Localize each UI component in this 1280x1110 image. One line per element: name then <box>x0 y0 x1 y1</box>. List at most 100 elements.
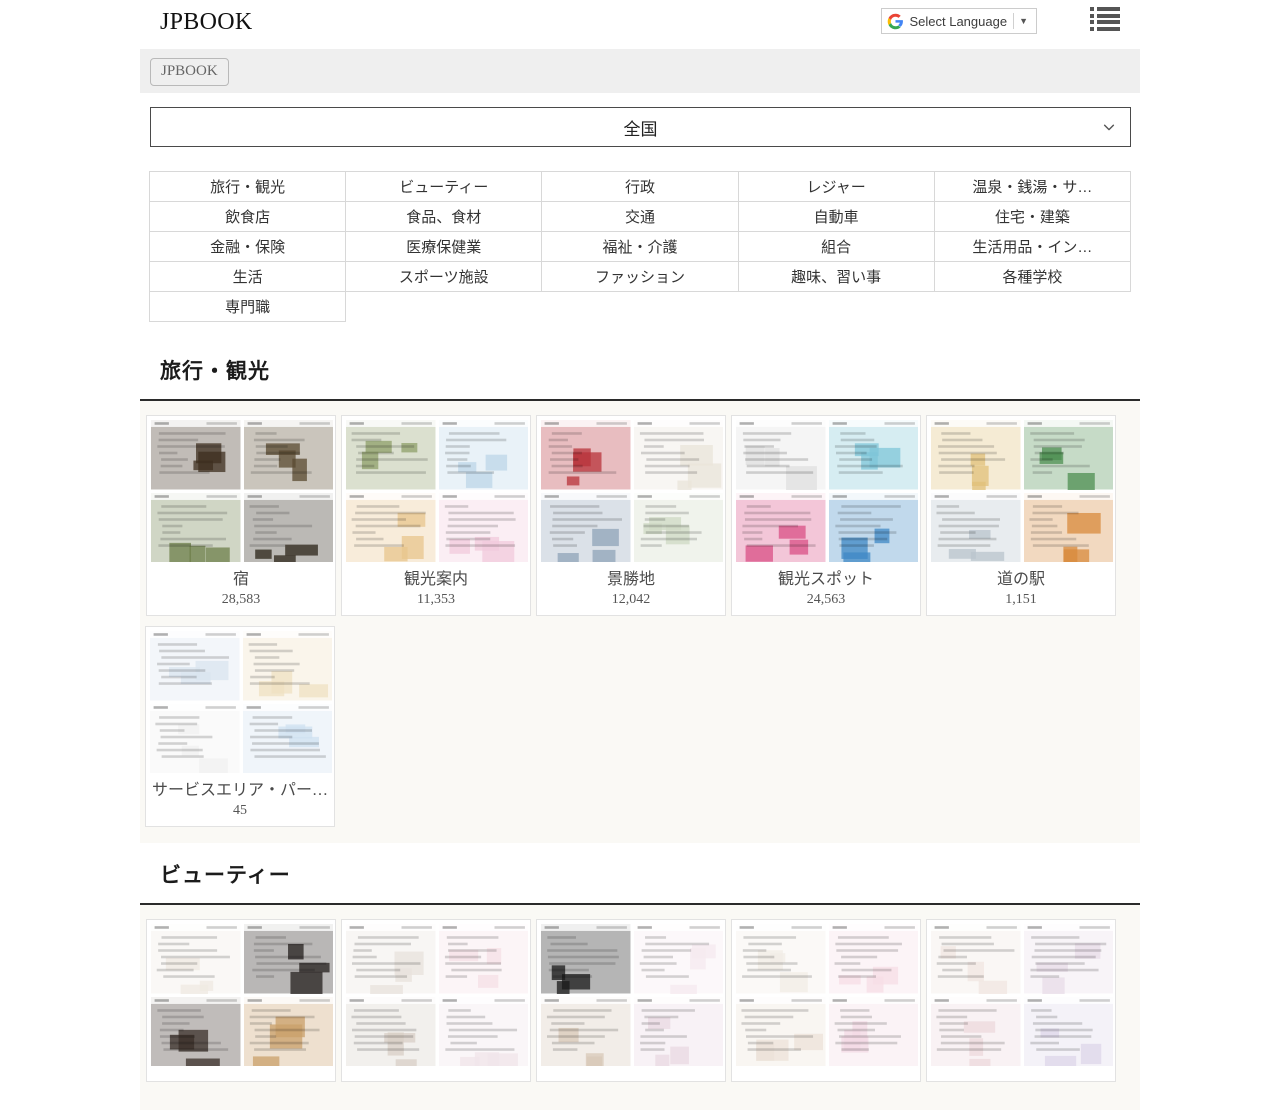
card-thumbnail-grid <box>151 924 333 1066</box>
list-menu-icon[interactable] <box>1090 6 1120 32</box>
card-label: 道の駅 <box>931 570 1111 590</box>
card-thumbnail <box>151 420 241 490</box>
card-count: 12,042 <box>541 591 721 609</box>
card-thumbnail-grid <box>541 924 723 1066</box>
category-cell[interactable]: 食品、食材 <box>346 202 542 232</box>
card-thumbnail <box>1024 420 1114 490</box>
category-card[interactable] <box>731 919 921 1082</box>
card-thumbnail <box>439 997 529 1067</box>
category-cell-empty <box>346 292 542 322</box>
card-thumbnail <box>244 924 334 994</box>
card-thumbnail-grid <box>346 420 528 562</box>
card-label: 景勝地 <box>541 570 721 590</box>
card-thumbnail <box>634 420 724 490</box>
section-title: ビューティー <box>160 864 291 887</box>
card-thumbnail <box>736 997 826 1067</box>
card-thumbnail <box>1024 493 1114 563</box>
category-card[interactable] <box>341 919 531 1082</box>
category-cell[interactable]: 福祉・介護 <box>542 232 738 262</box>
card-thumbnail <box>736 420 826 490</box>
category-card[interactable] <box>926 919 1116 1082</box>
category-cell[interactable]: 各種学校 <box>934 262 1130 292</box>
site-header: JPBOOK Select Language ▼ <box>0 0 1280 45</box>
category-cell[interactable]: 生活 <box>150 262 346 292</box>
category-cell[interactable]: 自動車 <box>738 202 934 232</box>
chevron-down-icon <box>1102 120 1116 134</box>
card-thumbnail-grid <box>736 924 918 1066</box>
card-thumbnail-grid <box>931 420 1113 562</box>
card-thumbnail <box>1024 924 1114 994</box>
category-cell[interactable]: 趣味、習い事 <box>738 262 934 292</box>
card-thumbnail <box>829 420 919 490</box>
card-label: 観光スポット <box>736 570 916 590</box>
card-label: 観光案内 <box>346 570 526 590</box>
category-card[interactable]: 観光案内11,353 <box>341 415 531 616</box>
card-thumbnail-grid <box>541 420 723 562</box>
list-icon-row <box>1090 7 1120 11</box>
category-cell[interactable]: レジャー <box>738 172 934 202</box>
card-thumbnail <box>243 631 333 701</box>
chevron-down-icon[interactable]: ▼ <box>1014 17 1032 26</box>
translate-label: Select Language <box>909 14 1013 29</box>
card-thumbnail <box>829 924 919 994</box>
list-icon-row <box>1090 20 1120 24</box>
card-count: 1,151 <box>931 591 1111 609</box>
category-cell[interactable]: 行政 <box>542 172 738 202</box>
card-count: 28,583 <box>151 591 331 609</box>
card-label: サービスエリア・パー… <box>150 781 330 801</box>
category-cell[interactable]: 生活用品・イン… <box>934 232 1130 262</box>
card-thumbnail <box>151 493 241 563</box>
category-card[interactable]: サービスエリア・パー…45 <box>145 626 335 827</box>
category-cell[interactable]: 金融・保険 <box>150 232 346 262</box>
card-thumbnail <box>541 997 631 1067</box>
card-thumbnail-grid <box>150 631 332 773</box>
category-cell[interactable]: 専門職 <box>150 292 346 322</box>
card-thumbnail <box>244 493 334 563</box>
card-thumbnail <box>931 924 1021 994</box>
category-cell[interactable]: 飲食店 <box>150 202 346 232</box>
category-cell[interactable]: 交通 <box>542 202 738 232</box>
category-card[interactable]: 宿28,583 <box>146 415 336 616</box>
category-card[interactable]: 道の駅1,151 <box>926 415 1116 616</box>
card-thumbnail <box>1024 997 1114 1067</box>
card-thumbnail <box>931 493 1021 563</box>
card-thumbnail <box>244 997 334 1067</box>
card-thumbnail <box>541 493 631 563</box>
category-section: ビューティー <box>140 843 1140 1110</box>
category-card[interactable]: 景勝地12,042 <box>536 415 726 616</box>
category-cell[interactable]: スポーツ施設 <box>346 262 542 292</box>
card-thumbnail <box>736 924 826 994</box>
category-cell[interactable]: 住宅・建築 <box>934 202 1130 232</box>
card-thumbnail-grid <box>736 420 918 562</box>
category-card[interactable] <box>146 919 336 1082</box>
card-thumbnail <box>346 493 436 563</box>
category-cell[interactable]: ビューティー <box>346 172 542 202</box>
card-count: 24,563 <box>736 591 916 609</box>
google-translate-widget[interactable]: Select Language ▼ <box>881 8 1037 34</box>
category-cell[interactable]: 組合 <box>738 232 934 262</box>
card-thumbnail <box>634 493 724 563</box>
list-icon-row <box>1090 27 1120 31</box>
category-card[interactable] <box>536 919 726 1082</box>
card-grid <box>140 905 1140 1110</box>
category-cell[interactable]: 旅行・観光 <box>150 172 346 202</box>
category-cell[interactable]: 医療保健業 <box>346 232 542 262</box>
page-title: JPBOOK <box>160 7 253 37</box>
card-thumbnail <box>829 997 919 1067</box>
card-thumbnail <box>439 420 529 490</box>
card-thumbnail-grid <box>346 924 528 1066</box>
category-cell[interactable]: 温泉・銭湯・サ… <box>934 172 1130 202</box>
region-select[interactable]: 全国 <box>150 107 1131 147</box>
breadcrumb-item-jpbook[interactable]: JPBOOK <box>150 58 229 86</box>
card-thumbnail <box>541 924 631 994</box>
card-thumbnail <box>244 420 334 490</box>
category-row: 生活スポーツ施設ファッション趣味、習い事各種学校 <box>150 262 1131 292</box>
card-count: 45 <box>150 802 330 820</box>
section-title: 旅行・観光 <box>160 360 270 383</box>
category-card[interactable]: 観光スポット24,563 <box>731 415 921 616</box>
card-thumbnail <box>346 924 436 994</box>
card-thumbnail <box>439 493 529 563</box>
card-thumbnail <box>346 420 436 490</box>
card-thumbnail <box>541 420 631 490</box>
category-cell[interactable]: ファッション <box>542 262 738 292</box>
